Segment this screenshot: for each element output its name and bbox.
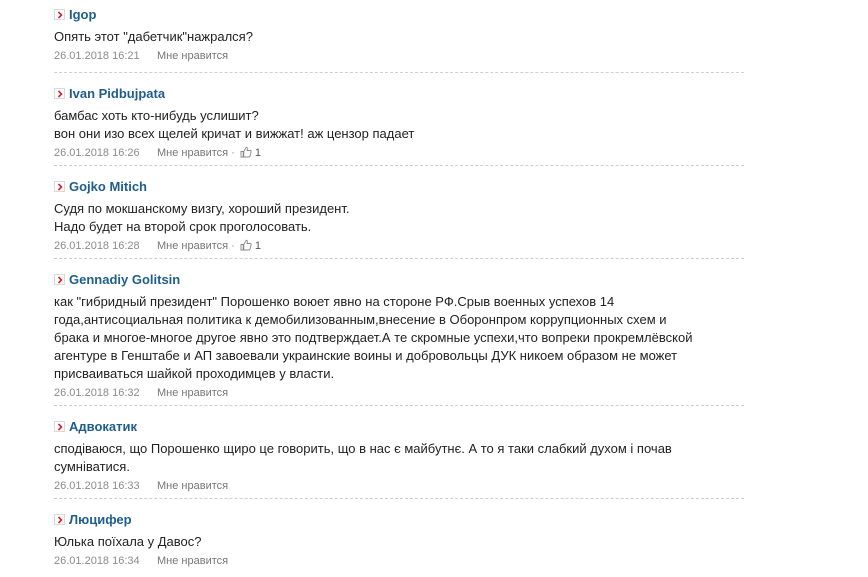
comment-text-line: брака и многое-многое другое явно это по… [54, 330, 693, 345]
chevron-right-icon [54, 88, 65, 99]
comment-text: Судя по мокшанскому визгу, хороший прези… [54, 200, 744, 236]
likes-count: 1 [251, 147, 262, 159]
comment-header: Gennadiy Golitsin [54, 271, 744, 289]
separator: · [228, 240, 238, 252]
comment-text-line: присваиваться шайкой проходимцев у власт… [54, 366, 335, 381]
comment-text: как "гибридный президент" Порошенко воюе… [54, 293, 744, 383]
comment-text-line: сумніватися. [54, 459, 130, 474]
comment-text: Юлька поїхала у Давос? [54, 533, 744, 551]
comment-date: 26.01.2018 16:21 [54, 50, 140, 62]
like-button[interactable]: Мне нравится [157, 50, 228, 62]
comment-meta: 26.01.2018 16:34 Мне нравится [54, 554, 744, 569]
comment-text: сподіваюся, що Порошенко щиро це говорит… [54, 440, 744, 476]
comment-header: Gojko Mitich [54, 178, 744, 196]
comment-meta: 26.01.2018 16:26 Мне нравится · 1 [54, 146, 744, 161]
chevron-right-icon [54, 181, 65, 192]
likes-count: 1 [251, 240, 262, 252]
like-button[interactable]: Мне нравится [157, 147, 228, 159]
comment-text: бамбас хоть кто-нибудь услишит? вон они и… [54, 107, 744, 143]
author-link[interactable]: Люцифер [69, 512, 132, 527]
comment-text-line: как "гибридный президент" Порошенко воюе… [54, 294, 615, 309]
comment-text-line: Судя по мокшанскому визгу, хороший прези… [54, 201, 350, 216]
comment-header: Адвокатик [54, 418, 744, 436]
comment-meta: 26.01.2018 16:32 Мне нравится [54, 386, 744, 401]
comment-date: 26.01.2018 16:26 [54, 147, 140, 159]
likes-counter: · 1 [228, 146, 262, 159]
author-link[interactable]: Gojko Mitich [69, 179, 147, 194]
author-link[interactable]: Адвокатик [69, 419, 137, 434]
comment-meta: 26.01.2018 16:33 Мне нравится [54, 479, 744, 494]
comment-text-line: бамбас хоть кто-нибудь услишит? [54, 108, 259, 123]
like-button[interactable]: Мне нравится [157, 555, 228, 567]
comment-date: 26.01.2018 16:32 [54, 387, 140, 399]
comment-text-line: Надо будет на второй срок проголосовать. [54, 219, 312, 234]
comment-item: Gennadiy Golitsin как "гибридный президе… [54, 271, 744, 406]
comment-text: Опять этот "дабетчик"нажрался? [54, 28, 744, 46]
chevron-right-icon [54, 514, 65, 525]
separator: · [228, 147, 238, 159]
like-button[interactable]: Мне нравится [157, 240, 228, 252]
like-button[interactable]: Мне нравится [157, 387, 228, 399]
comment-meta: 26.01.2018 16:21 Мне нравится [54, 49, 744, 64]
comment-header: Люцифер [54, 511, 744, 529]
chevron-right-icon [54, 421, 65, 432]
chevron-right-icon [54, 274, 65, 285]
comment-meta: 26.01.2018 16:28 Мне нравится · 1 [54, 239, 744, 254]
comment-text-line: вон они изо всех щелей кричат и вижжат! … [54, 126, 415, 141]
comment-header: Ivan Pidbujpata [54, 85, 744, 103]
comment-item: Люцифер Юлька поїхала у Давос? 26.01.201… [54, 511, 744, 577]
comment-header: Igop [54, 6, 744, 24]
comment-item: Ivan Pidbujpata бамбас хоть кто-нибудь у… [54, 85, 744, 166]
likes-counter: · 1 [228, 239, 262, 252]
comment-date: 26.01.2018 16:33 [54, 480, 140, 492]
comment-text-line: сподіваюся, що Порошенко щиро це говорит… [54, 441, 672, 456]
thumbs-up-icon [240, 239, 252, 256]
chevron-right-icon [54, 9, 65, 20]
comment-item: Адвокатик сподіваюся, що Порошенко щиро … [54, 418, 744, 499]
comment-text-line: Опять этот "дабетчик"нажрался? [54, 29, 253, 44]
author-link[interactable]: Igop [69, 7, 96, 22]
comment-date: 26.01.2018 16:34 [54, 555, 140, 567]
author-link[interactable]: Ivan Pidbujpata [69, 86, 165, 101]
author-link[interactable]: Gennadiy Golitsin [69, 272, 180, 287]
comment-text-line: года,антисоциальная политика к демобилиз… [54, 312, 667, 327]
comment-text-line: Юлька поїхала у Давос? [54, 534, 202, 549]
comment-item: Gojko Mitich Судя по мокшанскому визгу, … [54, 178, 744, 259]
comment-date: 26.01.2018 16:28 [54, 240, 140, 252]
comment-item: Igop Опять этот "дабетчик"нажрался? 26.0… [54, 6, 744, 73]
thumbs-up-icon [240, 146, 252, 163]
comment-text-line: агентуре в Генштабе и АП завоевали украи… [54, 348, 678, 363]
like-button[interactable]: Мне нравится [157, 480, 228, 492]
